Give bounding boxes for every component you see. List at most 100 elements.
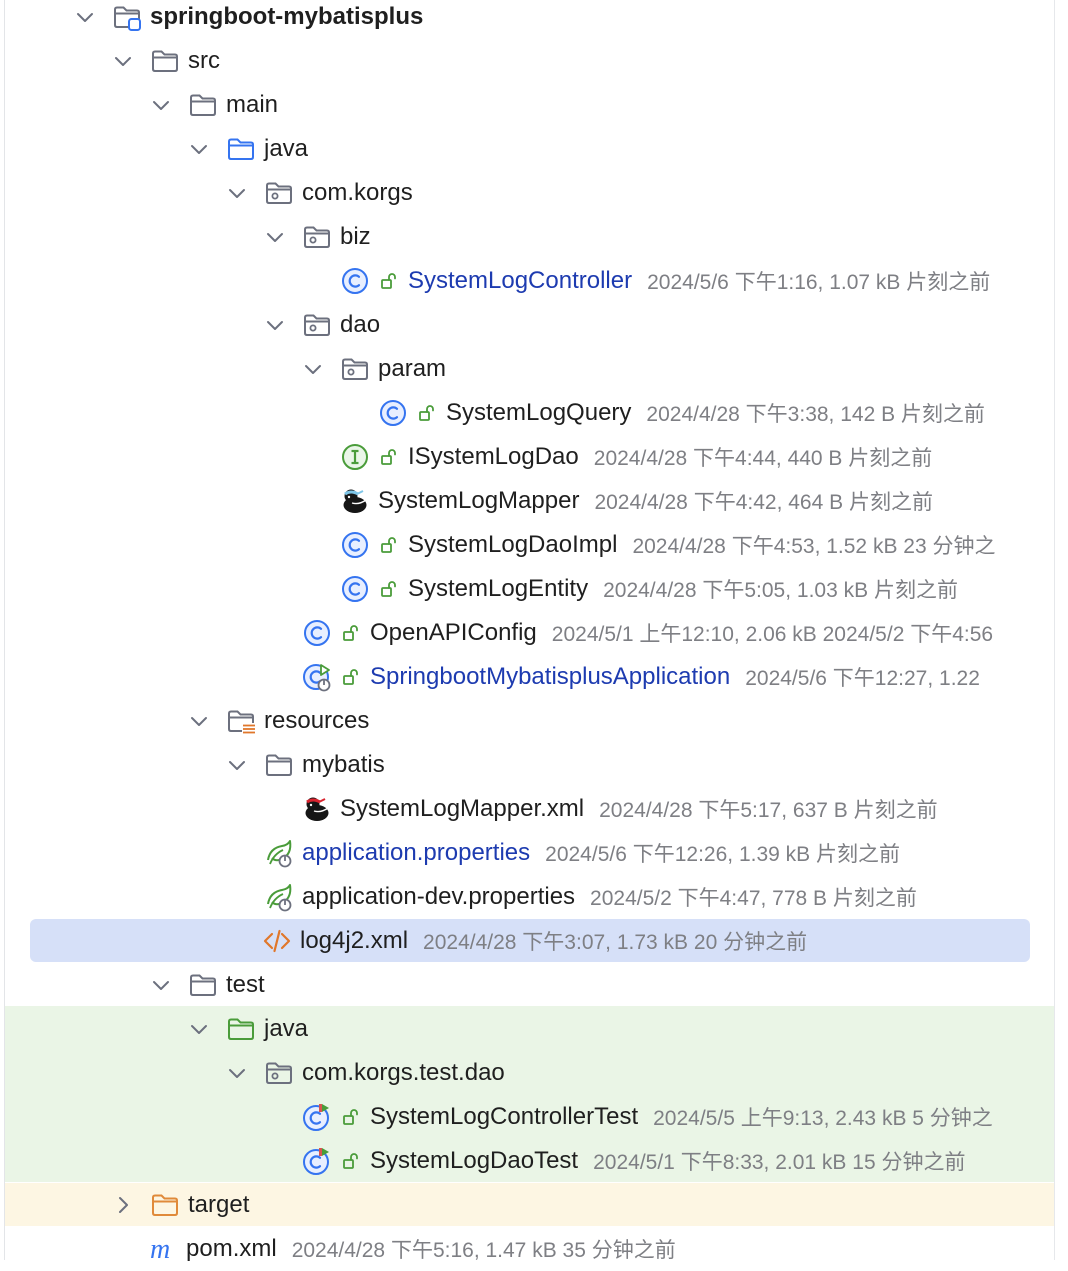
folder-icon bbox=[188, 970, 218, 1000]
node-label: com.korgs bbox=[302, 179, 413, 206]
tree-node-src[interactable]: src bbox=[112, 39, 235, 83]
file-name: SystemLogMapper.xml bbox=[340, 795, 585, 822]
public-lock-icon bbox=[340, 1106, 362, 1128]
mybatis-mapper-icon bbox=[340, 486, 370, 516]
tree-node-system-log-mapper-xml[interactable]: SystemLogMapper.xml 2024/4/28 下午5:17, 63… bbox=[302, 787, 938, 831]
xml-file-icon bbox=[262, 926, 292, 956]
chevron-right-icon[interactable] bbox=[112, 1194, 134, 1216]
test-class-icon bbox=[302, 1102, 332, 1132]
tree-node-open-api-config[interactable]: OpenAPIConfig 2024/5/1 上午12:10, 2.06 kB … bbox=[302, 611, 993, 655]
file-meta: 2024/5/6 下午12:26, 1.39 kB 片刻之前 bbox=[545, 843, 900, 866]
tree-node-dao[interactable]: dao bbox=[264, 303, 395, 347]
tree-node-biz[interactable]: biz bbox=[264, 215, 386, 259]
tree-node-dao-test[interactable]: SystemLogDaoTest 2024/5/1 下午8:33, 2.01 k… bbox=[302, 1139, 965, 1183]
tree-node-test[interactable]: test bbox=[150, 963, 280, 1007]
file-meta: 2024/4/28 下午4:44, 440 B 片刻之前 bbox=[593, 447, 933, 470]
file-name: SystemLogDaoImpl bbox=[408, 531, 618, 558]
node-label: src bbox=[188, 47, 220, 74]
node-label: param bbox=[378, 355, 447, 382]
tree-node-application-dev-properties[interactable]: application-dev.properties 2024/5/2 下午4:… bbox=[264, 875, 917, 919]
chevron-down-icon[interactable] bbox=[188, 710, 210, 732]
tree-node-system-log-entity[interactable]: SystemLogEntity 2024/4/28 下午5:05, 1.03 k… bbox=[340, 567, 958, 611]
node-label: main bbox=[226, 91, 279, 118]
node-label: target bbox=[188, 1191, 250, 1218]
tree-node-test-java[interactable]: java bbox=[188, 1007, 323, 1051]
node-label: mybatis bbox=[302, 751, 385, 778]
tree-node-pom-xml[interactable]: pom.xml 2024/4/28 下午5:16, 1.47 kB 35 分钟之… bbox=[148, 1227, 676, 1271]
chevron-down-icon[interactable] bbox=[226, 754, 248, 776]
tree-node-controller-test[interactable]: SystemLogControllerTest 2024/5/5 上午9:13,… bbox=[302, 1095, 993, 1139]
folder-icon bbox=[188, 90, 218, 120]
spring-boot-class-icon bbox=[302, 662, 332, 692]
class-icon bbox=[302, 618, 332, 648]
tree-node-isystem-log-dao[interactable]: ISystemLogDao 2024/4/28 下午4:44, 440 B 片刻… bbox=[340, 435, 932, 479]
tree-node-mybatis[interactable]: mybatis bbox=[226, 743, 400, 787]
spring-properties-icon bbox=[264, 882, 294, 912]
panel-right-border bbox=[1054, 0, 1055, 1260]
tree-node-application-class[interactable]: SpringbootMybatisplusApplication 2024/5/… bbox=[302, 655, 980, 699]
chevron-down-icon[interactable] bbox=[264, 226, 286, 248]
folder-icon bbox=[150, 46, 180, 76]
public-lock-icon bbox=[378, 446, 400, 468]
file-meta: 2024/5/5 上午9:13, 2.43 kB 5 分钟之 bbox=[653, 1107, 993, 1130]
tree-node-package-test[interactable]: com.korgs.test.dao bbox=[226, 1051, 520, 1095]
tree-node-system-log-query[interactable]: SystemLogQuery 2024/4/28 下午3:38, 142 B 片… bbox=[378, 391, 985, 435]
file-name: pom.xml bbox=[186, 1235, 277, 1262]
chevron-down-icon[interactable] bbox=[226, 182, 248, 204]
public-lock-icon bbox=[378, 578, 400, 600]
test-class-icon bbox=[302, 1146, 332, 1176]
module-icon bbox=[112, 2, 142, 32]
tree-node-system-log-controller[interactable]: SystemLogController 2024/5/6 下午1:16, 1.0… bbox=[340, 259, 990, 303]
package-icon bbox=[264, 1058, 294, 1088]
tree-node-main-java[interactable]: java bbox=[188, 127, 323, 171]
file-meta: 2024/4/28 下午5:17, 637 B 片刻之前 bbox=[599, 799, 938, 822]
tree-node-resources[interactable]: resources bbox=[188, 699, 384, 743]
chevron-down-icon[interactable] bbox=[188, 1018, 210, 1040]
tree-node-param[interactable]: param bbox=[302, 347, 461, 391]
file-meta: 2024/4/28 下午5:05, 1.03 kB 片刻之前 bbox=[603, 579, 958, 602]
class-icon bbox=[340, 574, 370, 604]
file-name: OpenAPIConfig bbox=[370, 619, 537, 646]
file-meta: 2024/5/1 上午12:10, 2.06 kB 2024/5/2 下午4:5… bbox=[551, 623, 994, 646]
tree-node-system-log-dao-impl[interactable]: SystemLogDaoImpl 2024/4/28 下午4:53, 1.52 … bbox=[340, 523, 995, 567]
chevron-down-icon[interactable] bbox=[150, 94, 172, 116]
chevron-down-icon[interactable] bbox=[188, 138, 210, 160]
file-meta: 2024/5/1 下午8:33, 2.01 kB 15 分钟之前 bbox=[593, 1151, 966, 1174]
chevron-down-icon[interactable] bbox=[74, 6, 96, 28]
chevron-down-icon[interactable] bbox=[226, 1062, 248, 1084]
tree-node-system-log-mapper[interactable]: SystemLogMapper 2024/4/28 下午4:42, 464 B … bbox=[340, 479, 933, 523]
tree-node-main[interactable]: main bbox=[150, 83, 293, 127]
test-source-folder-icon bbox=[226, 1014, 256, 1044]
node-label: resources bbox=[264, 707, 370, 734]
public-lock-icon bbox=[378, 534, 400, 556]
node-label: com.korgs.test.dao bbox=[302, 1059, 505, 1086]
file-name: log4j2.xml bbox=[300, 927, 409, 954]
package-icon bbox=[264, 178, 294, 208]
package-icon bbox=[302, 310, 332, 340]
file-meta: 2024/4/28 下午4:42, 464 B 片刻之前 bbox=[594, 491, 933, 514]
file-name: SystemLogDaoTest bbox=[370, 1147, 579, 1174]
class-icon bbox=[340, 530, 370, 560]
file-meta: 2024/4/28 下午4:53, 1.52 kB 23 分钟之 bbox=[632, 535, 996, 558]
chevron-down-icon[interactable] bbox=[302, 358, 324, 380]
spring-properties-icon bbox=[264, 838, 294, 868]
file-name: ISystemLogDao bbox=[408, 443, 579, 470]
chevron-down-icon[interactable] bbox=[150, 974, 172, 996]
public-lock-icon bbox=[416, 402, 438, 424]
file-meta: 2024/4/28 下午3:07, 1.73 kB 20 分钟之前 bbox=[423, 931, 808, 954]
node-label: dao bbox=[340, 311, 381, 338]
chevron-down-icon[interactable] bbox=[112, 50, 134, 72]
chevron-down-icon[interactable] bbox=[264, 314, 286, 336]
tree-node-package-main[interactable]: com.korgs bbox=[226, 171, 428, 215]
file-name: SystemLogQuery bbox=[446, 399, 632, 426]
file-meta: 2024/4/28 下午3:38, 142 B 片刻之前 bbox=[646, 403, 985, 426]
project-name: springboot-mybatisplus bbox=[150, 3, 424, 30]
tree-node-log4j2-xml[interactable]: log4j2.xml 2024/4/28 下午3:07, 1.73 kB 20 … bbox=[262, 919, 807, 963]
tree-node-target[interactable]: target bbox=[112, 1183, 264, 1227]
tree-node-application-properties[interactable]: application.properties 2024/5/6 下午12:26,… bbox=[264, 831, 900, 875]
public-lock-icon bbox=[340, 622, 362, 644]
node-label: biz bbox=[340, 223, 371, 250]
public-lock-icon bbox=[340, 666, 362, 688]
tree-node-project[interactable]: springboot-mybatisplus bbox=[74, 0, 438, 39]
file-name: SystemLogController bbox=[408, 267, 633, 294]
